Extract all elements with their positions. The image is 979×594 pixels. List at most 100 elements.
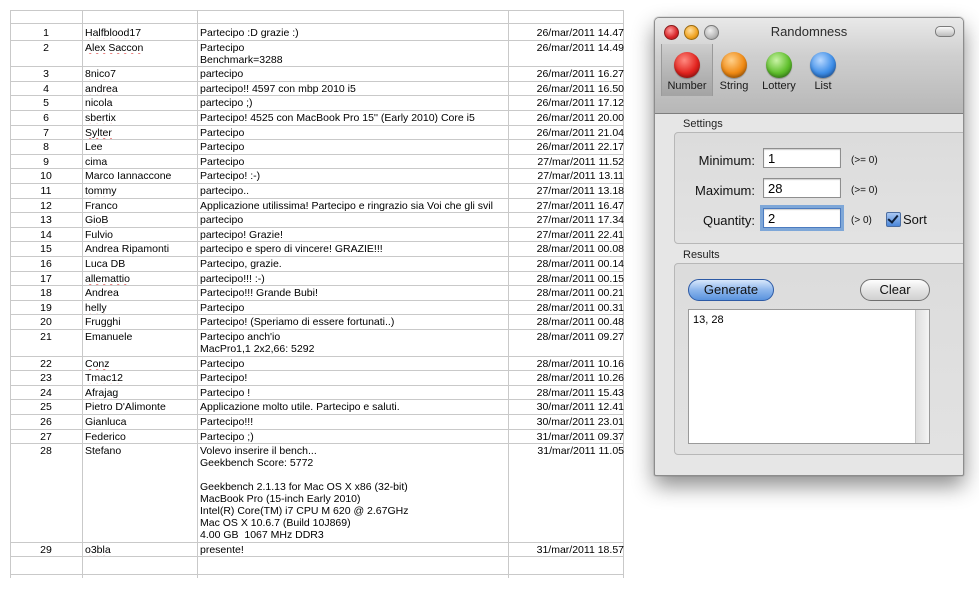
date-cell[interactable]: 27/mar/2011 13.18: [509, 185, 624, 197]
row-number-cell[interactable]: 15: [11, 243, 81, 255]
date-cell[interactable]: 26/mar/2011 17.12: [509, 97, 624, 109]
name-cell[interactable]: tommy: [85, 185, 197, 197]
date-cell[interactable]: 30/mar/2011 23.01: [509, 416, 624, 428]
name-cell[interactable]: Emanuele: [85, 331, 197, 343]
date-cell[interactable]: 26/mar/2011 16.50: [509, 83, 624, 95]
sort-checkbox[interactable]: [886, 212, 901, 227]
message-cell[interactable]: Partecipo ;): [200, 431, 518, 443]
results-output[interactable]: 13, 28: [688, 309, 930, 444]
message-cell[interactable]: Partecipo Benchmark=3288: [200, 42, 518, 66]
date-cell[interactable]: 28/mar/2011 00.21: [509, 287, 624, 299]
toolbar-tab-string[interactable]: String: [713, 44, 755, 94]
date-cell[interactable]: 31/mar/2011 09.37: [509, 431, 624, 443]
row-number-cell[interactable]: 8: [11, 141, 81, 153]
name-cell[interactable]: Tmac12: [85, 372, 197, 384]
results-scrollbar[interactable]: [915, 310, 929, 443]
message-cell[interactable]: Partecipo!: [200, 372, 518, 384]
name-cell[interactable]: Luca DB: [85, 258, 197, 270]
date-cell[interactable]: 28/mar/2011 15.43: [509, 387, 624, 399]
row-number-cell[interactable]: 11: [11, 185, 81, 197]
date-cell[interactable]: 28/mar/2011 09.27: [509, 331, 624, 343]
row-number-cell[interactable]: 2: [11, 42, 81, 54]
date-cell[interactable]: 27/mar/2011 11.52: [509, 156, 624, 168]
name-cell[interactable]: Afrajag: [85, 387, 197, 399]
date-cell[interactable]: 26/mar/2011 21.04: [509, 127, 624, 139]
row-number-cell[interactable]: 13: [11, 214, 81, 226]
date-cell[interactable]: 31/mar/2011 11.05: [509, 445, 624, 457]
date-cell[interactable]: 28/mar/2011 10.16: [509, 358, 624, 370]
date-cell[interactable]: 30/mar/2011 12.41: [509, 401, 624, 413]
row-number-cell[interactable]: 4: [11, 83, 81, 95]
row-number-cell[interactable]: 6: [11, 112, 81, 124]
row-number-cell[interactable]: 24: [11, 387, 81, 399]
message-cell[interactable]: Partecipo anch'io MacPro1,1 2x2,66: 5292: [200, 331, 518, 355]
date-cell[interactable]: 28/mar/2011 00.14: [509, 258, 624, 270]
row-number-cell[interactable]: 12: [11, 200, 81, 212]
name-cell[interactable]: andrea: [85, 83, 197, 95]
row-number-cell[interactable]: 19: [11, 302, 81, 314]
name-cell[interactable]: Lee: [85, 141, 197, 153]
name-cell[interactable]: Conz: [85, 358, 197, 370]
row-number-cell[interactable]: 20: [11, 316, 81, 328]
date-cell[interactable]: 26/mar/2011 20.00: [509, 112, 624, 124]
name-cell[interactable]: o3bla: [85, 544, 197, 556]
date-cell[interactable]: 27/mar/2011 16.47: [509, 200, 624, 212]
date-cell[interactable]: 27/mar/2011 13.11: [509, 170, 624, 182]
name-cell[interactable]: Andrea: [85, 287, 197, 299]
maximum-input[interactable]: 28: [763, 178, 841, 198]
date-cell[interactable]: 26/mar/2011 14.47: [509, 27, 624, 39]
date-cell[interactable]: 28/mar/2011 00.15: [509, 273, 624, 285]
name-cell[interactable]: Halfblood17: [85, 27, 197, 39]
date-cell[interactable]: 28/mar/2011 00.08: [509, 243, 624, 255]
message-cell[interactable]: Partecipo :D grazie :): [200, 27, 518, 39]
message-cell[interactable]: Partecipo: [200, 127, 518, 139]
quantity-input[interactable]: 2: [763, 208, 841, 228]
message-cell[interactable]: partecipo! Grazie!: [200, 229, 518, 241]
name-cell[interactable]: GioB: [85, 214, 197, 226]
message-cell[interactable]: Partecipo: [200, 358, 518, 370]
name-cell[interactable]: Pietro D'Alimonte: [85, 401, 197, 413]
message-cell[interactable]: Partecipo, grazie.: [200, 258, 518, 270]
name-cell[interactable]: Gianluca: [85, 416, 197, 428]
row-number-cell[interactable]: 1: [11, 27, 81, 39]
row-number-cell[interactable]: 9: [11, 156, 81, 168]
date-cell[interactable]: 26/mar/2011 14.49: [509, 42, 624, 54]
message-cell[interactable]: partecipo: [200, 214, 518, 226]
date-cell[interactable]: 31/mar/2011 18.57: [509, 544, 624, 556]
name-cell[interactable]: 8nico7: [85, 68, 197, 80]
name-cell[interactable]: Sylter: [85, 127, 197, 139]
message-cell[interactable]: Partecipo!!!: [200, 416, 518, 428]
name-cell[interactable]: Stefano: [85, 445, 197, 457]
message-cell[interactable]: Partecipo! 4525 con MacBook Pro 15'' (Ea…: [200, 112, 518, 124]
message-cell[interactable]: Partecipo: [200, 156, 518, 168]
message-cell[interactable]: Volevo inserire il bench... Geekbench Sc…: [200, 445, 518, 541]
row-number-cell[interactable]: 17: [11, 273, 81, 285]
name-cell[interactable]: helly: [85, 302, 197, 314]
message-cell[interactable]: partecipo ;): [200, 97, 518, 109]
name-cell[interactable]: nicola: [85, 97, 197, 109]
message-cell[interactable]: presente!: [200, 544, 518, 556]
row-number-cell[interactable]: 22: [11, 358, 81, 370]
row-number-cell[interactable]: 27: [11, 431, 81, 443]
generate-button[interactable]: Generate: [688, 279, 774, 301]
row-number-cell[interactable]: 7: [11, 127, 81, 139]
row-number-cell[interactable]: 26: [11, 416, 81, 428]
row-number-cell[interactable]: 21: [11, 331, 81, 343]
message-cell[interactable]: partecipo!!! :-): [200, 273, 518, 285]
name-cell[interactable]: Marco Iannaccone: [85, 170, 197, 182]
message-cell[interactable]: Partecipo!!! Grande Bubi!: [200, 287, 518, 299]
date-cell[interactable]: 28/mar/2011 00.48: [509, 316, 624, 328]
name-cell[interactable]: cima: [85, 156, 197, 168]
toolbar-tab-number[interactable]: Number: [661, 44, 713, 96]
date-cell[interactable]: 27/mar/2011 22.41: [509, 229, 624, 241]
row-number-cell[interactable]: 16: [11, 258, 81, 270]
message-cell[interactable]: Partecipo !: [200, 387, 518, 399]
row-number-cell[interactable]: 3: [11, 68, 81, 80]
date-cell[interactable]: 27/mar/2011 17.34: [509, 214, 624, 226]
toolbar-toggle-button[interactable]: [935, 26, 955, 37]
message-cell[interactable]: Applicazione utilissima! Partecipo e rin…: [200, 200, 518, 212]
row-number-cell[interactable]: 29: [11, 544, 81, 556]
toolbar-tab-lottery[interactable]: Lottery: [756, 44, 802, 94]
row-number-cell[interactable]: 10: [11, 170, 81, 182]
row-number-cell[interactable]: 14: [11, 229, 81, 241]
